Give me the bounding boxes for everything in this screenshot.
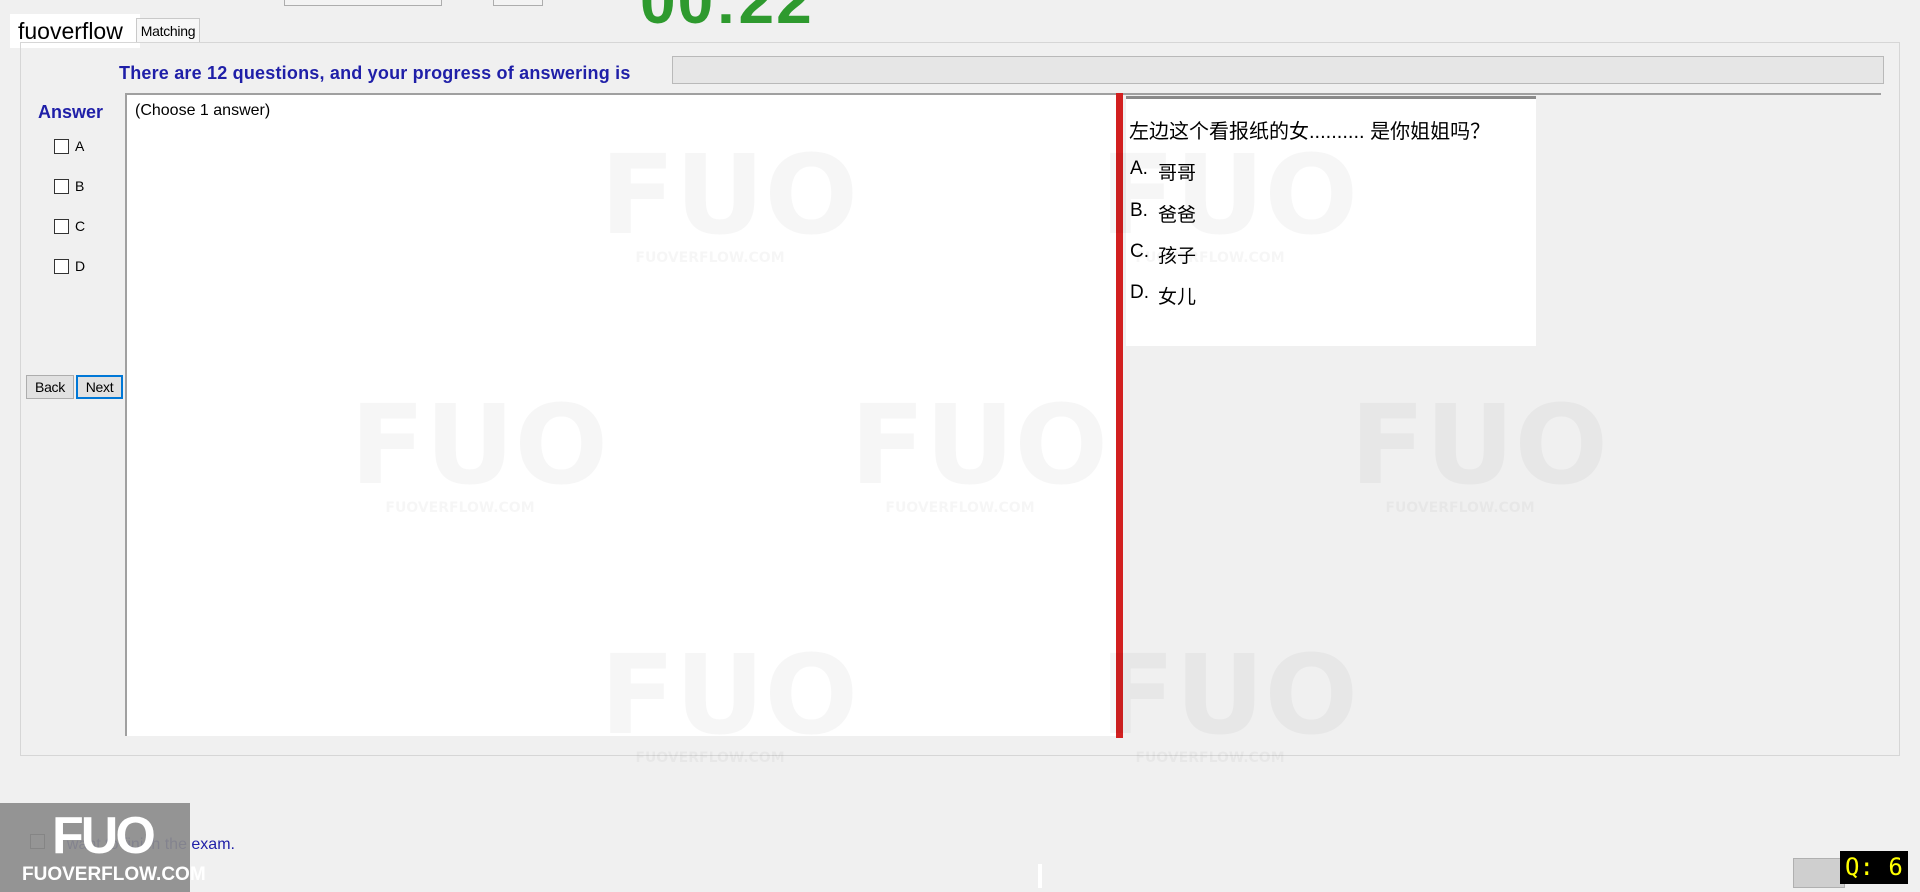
checkbox[interactable] — [54, 258, 69, 274]
question-option-d: D. 女儿 — [1130, 282, 1196, 309]
checkbox[interactable] — [54, 218, 69, 234]
answer-option-d[interactable]: D — [54, 258, 85, 274]
choose-hint: (Choose 1 answer) — [135, 102, 271, 119]
watermark: FUO FUOVERFLOW.COM — [600, 640, 820, 766]
logo-text-big: FUO — [52, 807, 156, 865]
question-option-label: D. — [1130, 282, 1149, 303]
question-counter: Q: 6 — [1840, 851, 1908, 884]
bottom-marker — [1038, 864, 1042, 888]
question-counter-background — [1793, 858, 1845, 888]
question-option-text: 女儿 — [1158, 287, 1197, 308]
answer-option-label: D — [75, 258, 86, 274]
progress-bar — [672, 56, 1884, 84]
watermark-logo: FUO — [600, 140, 820, 250]
watermark-logo: FUO — [850, 390, 1070, 500]
next-button[interactable]: Next — [76, 375, 123, 399]
exam-timer: 00:22 — [640, 0, 814, 37]
watermark: FUO FUOVERFLOW.COM — [850, 390, 1070, 516]
top-small-combo-box[interactable] — [493, 0, 543, 6]
watermark: FUO FUOVERFLOW.COM — [1100, 640, 1320, 766]
progress-text: There are 12 questions, and your progres… — [119, 63, 631, 83]
answer-option-a[interactable]: A — [54, 138, 84, 154]
answer-title: Answer — [38, 102, 104, 122]
checkbox[interactable] — [54, 138, 69, 154]
watermark-logo: FUO — [1100, 640, 1320, 750]
answer-option-b[interactable]: B — [54, 178, 84, 194]
answer-option-label: C — [75, 218, 86, 234]
watermark-logo: FUO — [1100, 140, 1320, 250]
answer-option-label: A — [75, 138, 85, 154]
watermark: FUO FUOVERFLOW.COM — [1100, 140, 1320, 266]
watermark: FUO FUOVERFLOW.COM — [1350, 390, 1570, 516]
watermark-logo: FUO — [350, 390, 570, 500]
logo-text-small: FUOVERFLOW.COM — [22, 864, 206, 885]
watermark-logo: FUO — [600, 640, 820, 750]
watermark-logo: FUO — [1350, 390, 1570, 500]
answer-option-c[interactable]: C — [54, 218, 85, 234]
watermark: FUO FUOVERFLOW.COM — [600, 140, 820, 266]
back-button[interactable]: Back — [26, 375, 74, 399]
answer-option-label: B — [75, 178, 85, 194]
checkbox[interactable] — [54, 178, 69, 194]
watermark: FUO FUOVERFLOW.COM — [350, 390, 570, 516]
tab-matching[interactable]: Matching — [136, 18, 200, 43]
top-combo-box[interactable] — [284, 0, 442, 6]
